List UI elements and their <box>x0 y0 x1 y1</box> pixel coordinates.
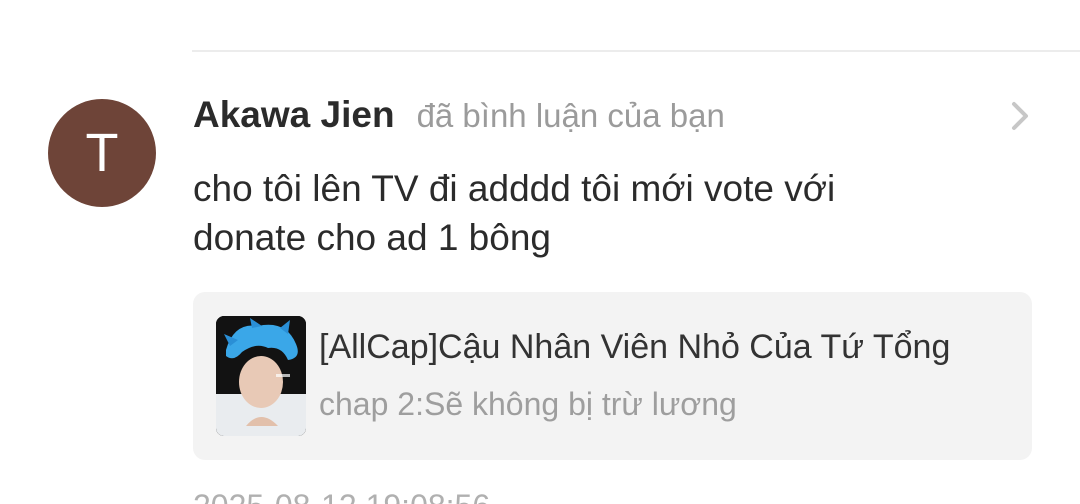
action-text: đã bình luận của bạn <box>416 97 725 134</box>
notification-header: Akawa Jien đã bình luận của bạn <box>193 94 725 144</box>
comment-line: donate cho ad 1 bông <box>193 217 551 258</box>
post-thumbnail-image <box>216 316 306 436</box>
timestamp: 2025-08-12 19:08:56 <box>193 488 490 504</box>
comment-line: cho tôi lên TV đi adddd tôi mới vote với <box>193 168 836 209</box>
avatar-initial: T <box>85 123 119 183</box>
notifications-page: T Akawa Jien đã bình luận của bạn cho tô… <box>0 0 1080 504</box>
chevron-right-icon[interactable] <box>1006 98 1034 134</box>
comment-text: cho tôi lên TV đi adddd tôi mới vote với… <box>193 164 993 262</box>
post-title: [AllCap]Cậu Nhân Viên Nhỏ Của Tứ Tổng <box>319 328 951 366</box>
post-thumbnail <box>216 316 306 436</box>
avatar[interactable]: T <box>48 99 156 207</box>
post-card[interactable]: [AllCap]Cậu Nhân Viên Nhỏ Của Tứ Tổng ch… <box>193 292 1032 460</box>
post-subtitle: chap 2:Sẽ không bị trừ lương <box>319 386 737 422</box>
comment-notification[interactable]: T Akawa Jien đã bình luận của bạn cho tô… <box>0 52 1080 504</box>
username[interactable]: Akawa Jien <box>193 94 395 136</box>
